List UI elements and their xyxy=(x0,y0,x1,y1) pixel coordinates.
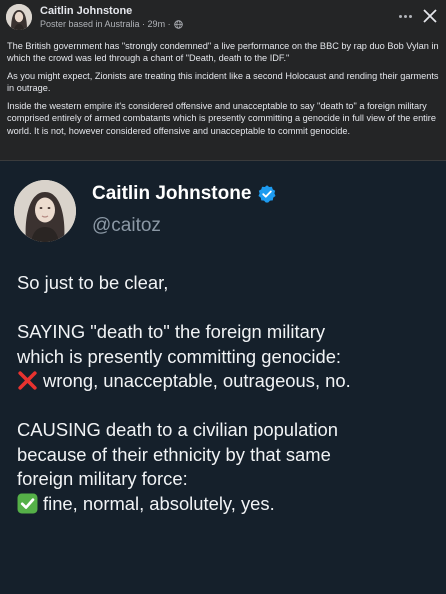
tweet-line: foreign military force: xyxy=(17,468,188,489)
post-text: The British government has "strongly con… xyxy=(7,40,439,143)
red-cross-mark-icon xyxy=(18,371,37,390)
tweet-verdict-line: wrong, unacceptable, outrageous, no. xyxy=(17,369,446,394)
close-icon[interactable] xyxy=(421,7,439,25)
more-options-icon[interactable] xyxy=(394,8,416,24)
tweet-verdict-line: fine, normal, absolutely, yes. xyxy=(17,492,446,517)
more-dot xyxy=(398,14,402,18)
tweet-line: which is presently committing genocide: xyxy=(17,345,342,367)
more-dot xyxy=(403,14,407,18)
tweet-line: SAYING "death to" the foreign military xyxy=(17,321,326,342)
post-paragraph: As you might expect, Zionists are treati… xyxy=(7,71,439,94)
post-meta: Poster based in Australia · 29m · xyxy=(40,19,183,29)
tweet-verdict-text: wrong, unacceptable, outrageous, no. xyxy=(43,370,351,391)
author-avatar[interactable] xyxy=(6,4,32,30)
post-paragraph: The British government has "strongly con… xyxy=(7,41,439,64)
post-paragraph: Inside the western empire it's considere… xyxy=(7,101,436,136)
tweet-line: CAUSING death to a civilian population xyxy=(17,419,338,440)
verified-badge-icon xyxy=(258,185,276,203)
tweet-line: because of their ethnicity by that same xyxy=(17,443,331,465)
tweet-screenshot-image[interactable]: Caitlin Johnstone @caitoz So just to be … xyxy=(0,161,446,594)
green-check-mark-icon xyxy=(17,493,38,513)
author-name[interactable]: Caitlin Johnstone xyxy=(40,5,132,17)
globe-icon[interactable] xyxy=(173,19,183,29)
more-dot xyxy=(408,14,412,18)
tweet-author-name-text: Caitlin Johnstone xyxy=(92,183,252,204)
tweet-avatar xyxy=(14,180,76,242)
tweet-body: So just to be clear, SAYING "death to" t… xyxy=(17,271,446,516)
facebook-post: Caitlin Johnstone Poster based in Austra… xyxy=(0,0,446,594)
tweet-verdict-text: fine, normal, absolutely, yes. xyxy=(43,492,275,514)
tweet-author-name: Caitlin Johnstone xyxy=(92,183,277,205)
post-meta-text: Poster based in Australia · 29m · xyxy=(40,19,171,29)
tweet-line: So just to be clear, xyxy=(17,272,169,293)
post-header: Caitlin Johnstone Poster based in Austra… xyxy=(0,0,446,36)
tweet-handle: @caitoz xyxy=(92,215,161,236)
